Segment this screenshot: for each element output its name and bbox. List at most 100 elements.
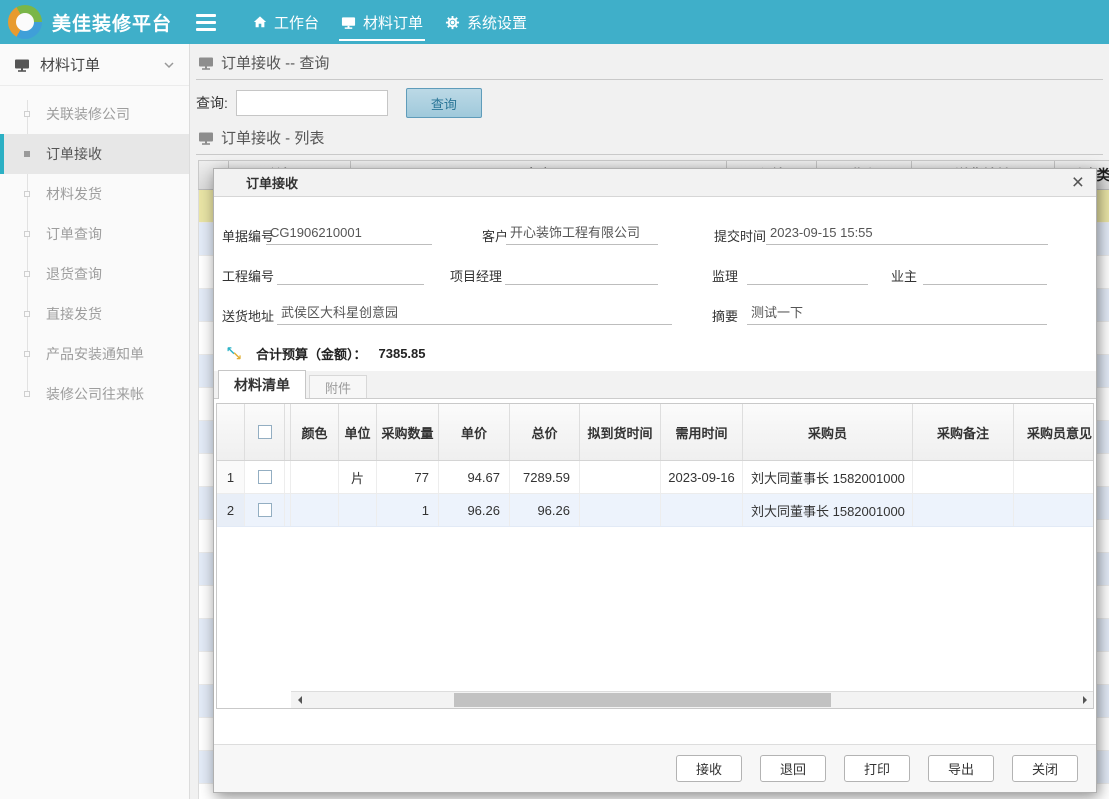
row-checkbox[interactable] [258, 503, 272, 517]
query-button[interactable]: 查询 [406, 88, 482, 118]
detail-tabs: 材料清单附件 [214, 371, 1096, 399]
delivery-address-label: 送货地址 [222, 306, 274, 325]
brand-logo-center [16, 13, 34, 31]
order-receive-dialog: 订单接收 × 单据编号 CG1906210001 客户 开心装饰工程有限公司 提… [213, 168, 1097, 793]
select-all-checkbox[interactable] [258, 425, 272, 439]
project-manager-field[interactable] [505, 261, 658, 285]
bullet-icon [24, 391, 30, 397]
grid-column-header[interactable]: 单价 [439, 404, 510, 460]
grid-column-header[interactable]: 采购员 [743, 404, 913, 460]
order-form: 单据编号 CG1906210001 客户 开心装饰工程有限公司 提交时间 202… [214, 197, 1096, 335]
chevron-down-icon [163, 59, 175, 71]
delivery-address-field[interactable]: 武侯区大科星创意园 [277, 301, 672, 325]
tab-attachment[interactable]: 附件 [309, 375, 367, 398]
submit-time-label: 提交时间 [714, 226, 766, 245]
scrollbar-thumb[interactable] [454, 693, 831, 707]
grid-cell: 刘大同董事长 1582001000 [743, 494, 913, 526]
row-number-cell: 2 [217, 494, 245, 526]
submit-time-field[interactable]: 2023-09-15 15:55 [766, 221, 1048, 245]
budget-summary: ↖↘ 合计预算（金额）： 7385.85 [226, 344, 1096, 363]
bullet-icon [24, 191, 30, 197]
memo-label: 摘要 [712, 306, 738, 325]
grid-column-header[interactable]: 单位 [339, 404, 377, 460]
material-grid: 颜色单位采购数量单价总价拟到货时间需用时间采购员采购备注采购员意见 1片7794… [216, 403, 1094, 709]
list-panel-title: 订单接收 - 列表 [221, 127, 324, 148]
row-number-cell: 1 [217, 461, 245, 493]
scroll-right-icon[interactable] [1077, 692, 1093, 708]
dialog-body: 单据编号 CG1906210001 客户 开心装饰工程有限公司 提交时间 202… [214, 197, 1096, 745]
material-grid-body: 1片7794.677289.592023-09-16刘大同董事长 1582001… [217, 461, 1093, 527]
sidebar-parent-material-orders[interactable]: 材料订单 [0, 44, 189, 86]
list-panel-header: 订单接收 - 列表 [196, 124, 1103, 155]
project-manager-label: 项目经理 [450, 266, 502, 285]
arrows-icon: ↖↘ [226, 346, 244, 362]
sidebar-item-label: 退货查询 [46, 266, 102, 282]
sidebar-item-label: 订单查询 [46, 226, 102, 242]
grid-cell: 7289.59 [510, 461, 580, 493]
top-navbar: 美佳装修平台 工作台材料订单系统设置 [0, 0, 1109, 44]
query-input[interactable] [236, 90, 388, 116]
horizontal-scrollbar[interactable] [291, 691, 1093, 708]
grid-cell: 片 [339, 461, 377, 493]
sidebar-item-7[interactable]: 产品安装通知单 [0, 334, 189, 374]
grid-row[interactable]: 1片7794.677289.592023-09-16刘大同董事长 1582001… [217, 461, 1093, 494]
receive-button[interactable]: 接收 [676, 755, 742, 782]
supervisor-field[interactable] [747, 261, 868, 285]
grid-row[interactable]: 2196.2696.26刘大同董事长 1582001000 [217, 494, 1093, 527]
grid-cell [661, 494, 743, 526]
grid-cell [291, 461, 339, 493]
grid-column-header[interactable]: 拟到货时间 [580, 404, 661, 460]
dialog-titlebar[interactable]: 订单接收 × [214, 169, 1096, 197]
bullet-icon [24, 351, 30, 357]
monitor-icon [341, 15, 356, 30]
grid-column-header[interactable]: 采购数量 [377, 404, 439, 460]
print-button[interactable]: 打印 [844, 755, 910, 782]
sidebar-item-label: 关联装修公司 [46, 106, 130, 122]
sidebar-item-2[interactable]: 订单接收 [0, 134, 189, 174]
supervisor-label: 监理 [712, 266, 738, 285]
home-icon [253, 15, 267, 29]
sidebar-item-6[interactable]: 直接发货 [0, 294, 189, 334]
grid-column-header[interactable]: 采购备注 [913, 404, 1014, 460]
export-button[interactable]: 导出 [928, 755, 994, 782]
sidebar-item-8[interactable]: 装修公司往来帐 [0, 374, 189, 414]
sidebar-item-5[interactable]: 退货查询 [0, 254, 189, 294]
nav-item-3[interactable]: 系统设置 [434, 0, 538, 44]
memo-field[interactable]: 测试一下 [747, 301, 1047, 325]
nav-item-label: 工作台 [274, 12, 319, 33]
budget-value: 7385.85 [379, 346, 426, 361]
row-checkbox-cell [245, 494, 285, 526]
project-no-field[interactable] [277, 261, 424, 285]
close-button[interactable]: 关闭 [1012, 755, 1078, 782]
doc-no-field[interactable]: CG1906210001 [266, 221, 432, 245]
customer-field[interactable]: 开心装饰工程有限公司 [506, 221, 658, 245]
nav-item-1[interactable]: 工作台 [242, 0, 330, 44]
budget-label: 合计预算（金额）： [256, 344, 367, 363]
select-all-checkbox-cell [245, 404, 285, 460]
grid-column-header[interactable]: 需用时间 [661, 404, 743, 460]
row-checkbox[interactable] [258, 470, 272, 484]
tab-material-list[interactable]: 材料清单 [218, 370, 306, 399]
grid-cell: 1 [377, 494, 439, 526]
grid-cell [1014, 494, 1093, 526]
return-button[interactable]: 退回 [760, 755, 826, 782]
dialog-footer: 接收退回打印导出关闭 [214, 744, 1096, 792]
sidebar-item-label: 装修公司往来帐 [46, 386, 144, 402]
bullet-icon [24, 151, 30, 157]
nav-item-2[interactable]: 材料订单 [330, 0, 434, 44]
sidebar-item-label: 材料发货 [46, 186, 102, 202]
grid-column-header[interactable]: 总价 [510, 404, 580, 460]
grid-cell: 2023-09-16 [661, 461, 743, 493]
hamburger-icon[interactable] [196, 14, 222, 31]
scroll-left-icon[interactable] [291, 692, 307, 708]
query-panel-title: 订单接收 -- 查询 [221, 52, 329, 73]
grid-column-header[interactable]: 采购员意见 [1014, 404, 1093, 460]
grid-cell [913, 494, 1014, 526]
owner-field[interactable] [923, 261, 1047, 285]
grid-column-header[interactable]: 颜色 [291, 404, 339, 460]
sidebar-item-3[interactable]: 材料发货 [0, 174, 189, 214]
grid-cell: 96.26 [439, 494, 510, 526]
close-icon[interactable]: × [1072, 173, 1084, 193]
sidebar-item-1[interactable]: 关联装修公司 [0, 94, 189, 134]
sidebar-item-4[interactable]: 订单查询 [0, 214, 189, 254]
